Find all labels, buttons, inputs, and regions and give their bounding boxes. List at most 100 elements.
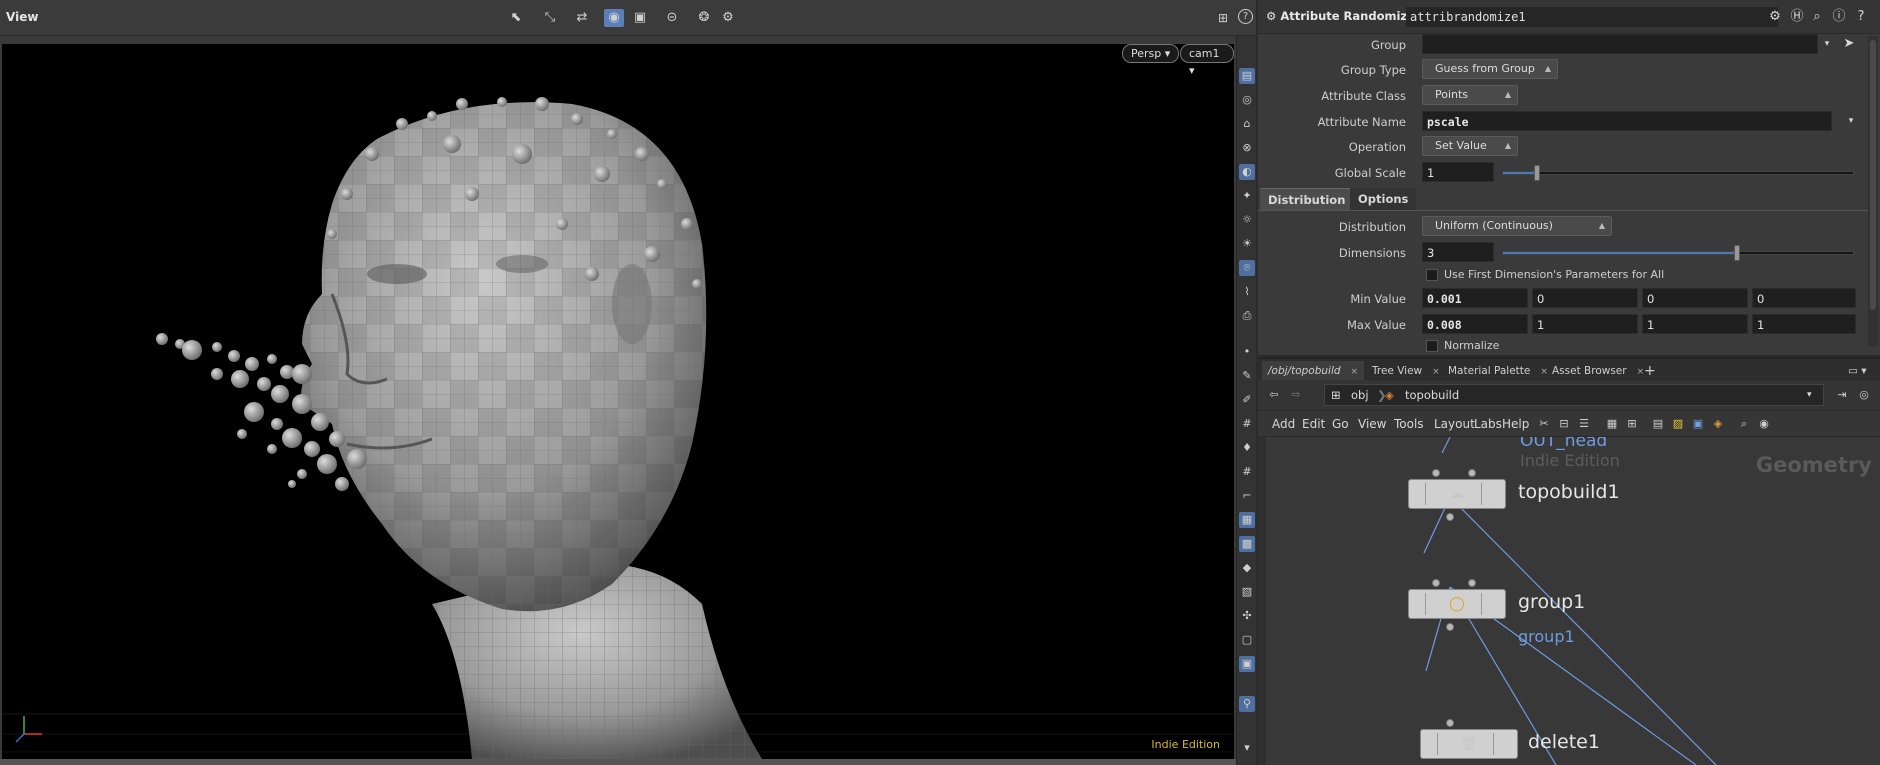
menu-go[interactable]: Go: [1332, 417, 1349, 431]
node-delete1-label[interactable]: delete1: [1528, 731, 1600, 753]
attr-name-field[interactable]: pscale: [1422, 111, 1832, 131]
tab-obj-topobuild[interactable]: /obj/topobuild ×: [1262, 361, 1365, 381]
normalize-checkbox[interactable]: [1426, 340, 1438, 352]
max-value-1[interactable]: 0.008: [1422, 314, 1528, 334]
chevron-down-icon[interactable]: ▾: [1239, 740, 1255, 756]
menu-labs[interactable]: Labs: [1474, 417, 1502, 431]
help-icon[interactable]: ?: [1852, 8, 1870, 26]
camera-icon[interactable]: ⌾: [1239, 260, 1255, 276]
global-scale-slider[interactable]: [1502, 171, 1854, 175]
max-value-3[interactable]: 1: [1642, 314, 1748, 334]
distribution-menu[interactable]: Uniform (Continuous) ▲: [1422, 216, 1612, 236]
lock-icon[interactable]: ⌂: [1239, 116, 1255, 132]
image-icon[interactable]: ▧: [1239, 584, 1255, 600]
eye-icon[interactable]: ◉: [1756, 416, 1772, 432]
spot-icon[interactable]: ☀: [1239, 236, 1255, 252]
help-icon[interactable]: ?: [1238, 9, 1253, 24]
list-icon[interactable]: ☰: [1576, 416, 1592, 432]
min-value-1[interactable]: 0.001: [1422, 288, 1528, 308]
grid-icon[interactable]: ▦: [1239, 512, 1255, 528]
corner-icon[interactable]: ⌐: [1239, 488, 1255, 504]
menu-tools[interactable]: Tools: [1394, 417, 1424, 431]
forward-icon[interactable]: ⇨: [1288, 387, 1304, 403]
table-icon[interactable]: ▤: [1650, 416, 1666, 432]
palette-icon[interactable]: ◈: [1710, 416, 1726, 432]
input-connector[interactable]: [1432, 469, 1440, 477]
target-icon[interactable]: ✣: [1239, 608, 1255, 624]
back-icon[interactable]: ⇦: [1266, 387, 1282, 403]
group-dropdown-icon[interactable]: ▾: [1818, 35, 1836, 53]
close-icon[interactable]: ⊗: [1239, 140, 1255, 156]
attr-name-dropdown-icon[interactable]: ▾: [1842, 112, 1860, 130]
tab-material-palette[interactable]: Material Palette ×: [1442, 361, 1554, 381]
menu-layout[interactable]: Layout: [1434, 417, 1475, 431]
dimensions-slider[interactable]: [1502, 251, 1854, 255]
dimensions-knob[interactable]: [1734, 245, 1740, 261]
link-icon[interactable]: ◎: [1856, 387, 1872, 403]
display-icon[interactable]: ▤: [1239, 68, 1255, 84]
min-value-3[interactable]: 0: [1642, 288, 1748, 308]
use-first-checkbox[interactable]: [1426, 269, 1438, 281]
eye-icon[interactable]: ◎: [1239, 92, 1255, 108]
menu-view[interactable]: View: [1358, 417, 1386, 431]
wrench-icon[interactable]: ✂: [1536, 416, 1552, 432]
move-icon[interactable]: ⤡: [540, 9, 560, 27]
snapshot-icon[interactable]: ⎙: [1239, 308, 1255, 324]
texture-icon[interactable]: ▩: [1239, 536, 1255, 552]
node-name-field[interactable]: attribrandomize1: [1406, 7, 1778, 27]
select-arrow-icon[interactable]: ➤: [1840, 35, 1858, 53]
group-type-menu[interactable]: Guess from Group ▲: [1422, 59, 1558, 79]
crumb-obj[interactable]: obj: [1351, 388, 1369, 402]
pin-icon[interactable]: ⇥: [1834, 387, 1850, 403]
pane-menu-icon[interactable]: ▭ ▾: [1842, 361, 1873, 381]
node-out-head-label[interactable]: OUT_head: [1520, 437, 1607, 451]
select-icon[interactable]: ⬉: [506, 9, 526, 27]
max-value-2[interactable]: 1: [1532, 314, 1638, 334]
camera-menu[interactable]: cam1 ▾: [1180, 44, 1234, 77]
node-group1-label[interactable]: group1: [1518, 591, 1585, 613]
group-field[interactable]: [1422, 34, 1818, 54]
tree-icon[interactable]: ⊟: [1556, 416, 1572, 432]
crumb-topobuild[interactable]: topobuild: [1405, 388, 1459, 402]
output-connector[interactable]: [1446, 513, 1454, 521]
input-connector[interactable]: [1468, 579, 1476, 587]
snap-icon[interactable]: ▣: [630, 9, 650, 27]
menu-help[interactable]: Help: [1502, 417, 1529, 431]
node-group1[interactable]: ◯: [1408, 589, 1506, 619]
sticky-note-icon[interactable]: ▨: [1670, 416, 1686, 432]
brush-icon[interactable]: ✎: [1239, 368, 1255, 384]
output-connector[interactable]: [1446, 623, 1454, 631]
tab-options[interactable]: Options: [1350, 188, 1417, 210]
photo-icon[interactable]: ▣: [1239, 656, 1255, 672]
grid-dots-icon[interactable]: ⊞: [1624, 416, 1640, 432]
display-icon[interactable]: ◉: [604, 9, 624, 27]
node-topobuild1[interactable]: ☁: [1408, 479, 1506, 509]
global-scale-knob[interactable]: [1534, 165, 1540, 181]
path-dropdown-icon[interactable]: ▾: [1807, 390, 1812, 400]
tab-distribution[interactable]: Distribution: [1260, 188, 1354, 210]
path-field[interactable]: ⊞ obj ❯ ◈ topobuild ▾: [1324, 384, 1824, 406]
attr-class-menu[interactable]: Points ▲: [1422, 85, 1518, 105]
image-icon[interactable]: ▣: [1690, 416, 1706, 432]
scrollbar-thumb[interactable]: [1870, 40, 1876, 310]
add-tab-button[interactable]: +: [1638, 361, 1662, 381]
number-icon[interactable]: #: [1239, 416, 1255, 432]
paint-icon[interactable]: ♦: [1239, 440, 1255, 456]
camera-icon[interactable]: ❂: [694, 9, 714, 27]
houdini-h-icon[interactable]: Ⓗ: [1788, 8, 1806, 26]
transform-icon[interactable]: ⇄: [572, 9, 592, 27]
close-icon[interactable]: ×: [1351, 367, 1359, 377]
input-connector[interactable]: [1468, 469, 1476, 477]
wire-icon[interactable]: ⌇: [1239, 284, 1255, 300]
close-icon[interactable]: ×: [1432, 367, 1440, 377]
dimensions-field[interactable]: 3: [1422, 242, 1494, 262]
parameter-scrollbar[interactable]: [1868, 36, 1878, 346]
gear-icon[interactable]: ⚙: [1766, 8, 1784, 26]
grid-icon[interactable]: ▦: [1604, 416, 1620, 432]
box-icon[interactable]: ▢: [1239, 632, 1255, 648]
network-canvas[interactable]: Geometry OUT_head Indie Edition ☁ topobu…: [1266, 437, 1880, 765]
settings-icon[interactable]: ⚙: [718, 9, 738, 27]
pen-icon[interactable]: ✐: [1239, 392, 1255, 408]
menu-edit[interactable]: Edit: [1302, 417, 1325, 431]
light-icon[interactable]: ✦: [1239, 188, 1255, 204]
